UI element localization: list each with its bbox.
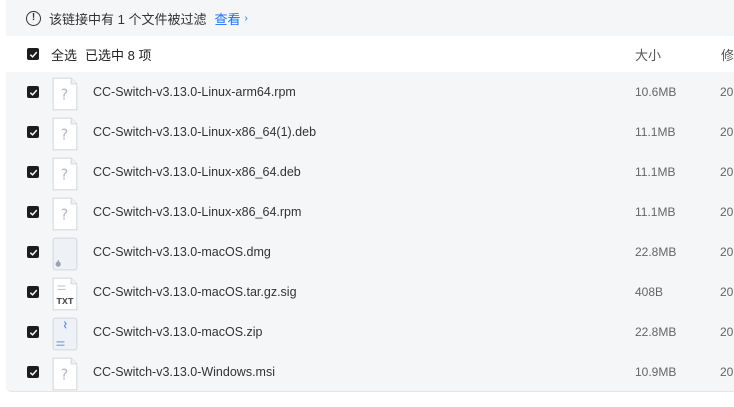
file-row[interactable]: TXT CC-Switch-v3.13.0-macOS.tar.gz.sig 408… xyxy=(6,272,734,312)
file-size: 22.8MB xyxy=(635,245,677,259)
file-checkbox[interactable] xyxy=(27,326,39,338)
file-row[interactable]: CC-Switch-v3.13.0-macOS.zip 22.8MB 20 xyxy=(6,312,734,352)
filtered-notice-text: 该链接中有 1 个文件被过滤 xyxy=(49,11,207,27)
svg-text:?: ? xyxy=(61,87,69,104)
zip-file-icon xyxy=(52,317,78,351)
file-row[interactable]: ? CC-Switch-v3.13.0-Windows.msi 10.9MB 20 xyxy=(6,352,734,392)
file-size: 11.1MB xyxy=(635,125,676,139)
file-row[interactable]: CC-Switch-v3.13.0-macOS.dmg 22.8MB 20 xyxy=(6,232,734,272)
file-checkbox[interactable] xyxy=(27,246,39,258)
file-size: 11.1MB xyxy=(635,165,676,179)
file-size: 22.8MB xyxy=(635,325,677,339)
file-size: 10.9MB xyxy=(635,365,677,379)
file-row[interactable]: ? CC-Switch-v3.13.0-Linux-arm64.rpm 10.6MB… xyxy=(6,72,734,112)
svg-text:?: ? xyxy=(61,367,69,384)
unknown-file-icon: ? xyxy=(52,157,78,191)
file-list: ? CC-Switch-v3.13.0-Linux-arm64.rpm 10.6MB… xyxy=(6,72,734,392)
file-modified: 20 xyxy=(720,205,734,219)
file-name[interactable]: CC-Switch-v3.13.0-Linux-arm64.rpm xyxy=(93,85,296,99)
file-checkbox[interactable] xyxy=(27,86,39,98)
svg-text:TXT: TXT xyxy=(57,297,74,306)
file-name[interactable]: CC-Switch-v3.13.0-macOS.zip xyxy=(93,325,263,339)
file-modified: 20 xyxy=(720,365,734,379)
svg-text:?: ? xyxy=(61,167,69,184)
filtered-notice: ! 该链接中有 1 个文件被过滤 查看 › xyxy=(6,0,734,36)
file-name[interactable]: CC-Switch-v3.13.0-Linux-x86_64.rpm xyxy=(93,205,301,219)
file-row[interactable]: ? CC-Switch-v3.13.0-Linux-x86_64.rpm 11.1M… xyxy=(6,192,734,232)
file-row[interactable]: ? CC-Switch-v3.13.0-Linux-x86_64(1).deb 11… xyxy=(6,112,734,152)
unknown-file-icon: ? xyxy=(52,357,78,391)
file-modified: 20 xyxy=(720,85,734,99)
svg-text:?: ? xyxy=(61,207,69,224)
select-all-checkbox[interactable] xyxy=(27,48,39,60)
file-modified: 20 xyxy=(720,165,734,179)
chevron-right-icon[interactable]: › xyxy=(244,13,247,24)
file-checkbox[interactable] xyxy=(27,126,39,138)
file-name[interactable]: CC-Switch-v3.13.0-Linux-x86_64.deb xyxy=(93,165,301,179)
file-modified: 20 xyxy=(720,325,734,339)
view-filtered-link[interactable]: 查看 xyxy=(214,9,240,28)
file-name[interactable]: CC-Switch-v3.13.0-Windows.msi xyxy=(93,365,275,379)
unknown-file-icon: ? xyxy=(52,77,78,111)
info-icon: ! xyxy=(26,10,41,26)
file-checkbox[interactable] xyxy=(27,206,39,218)
unknown-file-icon: ? xyxy=(52,197,78,231)
file-name[interactable]: CC-Switch-v3.13.0-macOS.dmg xyxy=(93,245,271,259)
file-row[interactable]: ? CC-Switch-v3.13.0-Linux-x86_64.deb 11.1M… xyxy=(6,152,734,192)
file-size: 11.1MB xyxy=(635,205,676,219)
file-size: 408B xyxy=(635,285,664,299)
apple-file-icon xyxy=(52,237,78,271)
file-checkbox[interactable] xyxy=(27,286,39,298)
file-size: 10.6MB xyxy=(635,85,677,99)
file-checkbox[interactable] xyxy=(27,166,39,178)
svg-text:?: ? xyxy=(61,127,69,144)
list-header: 全选 已选中 8 项 大小 修 xyxy=(6,36,734,72)
file-name[interactable]: CC-Switch-v3.13.0-macOS.tar.gz.sig xyxy=(93,285,297,299)
file-modified: 20 xyxy=(720,245,734,259)
txt-file-icon: TXT xyxy=(52,277,78,311)
unknown-file-icon: ? xyxy=(52,117,78,151)
file-name[interactable]: CC-Switch-v3.13.0-Linux-x86_64(1).deb xyxy=(93,125,316,139)
column-header-modified[interactable]: 修 xyxy=(721,45,734,64)
selected-count: 已选中 8 项 xyxy=(85,47,152,63)
file-modified: 20 xyxy=(720,125,734,139)
file-checkbox[interactable] xyxy=(27,366,39,378)
select-all-label[interactable]: 全选 xyxy=(51,45,77,64)
file-modified: 20 xyxy=(720,285,734,299)
column-header-size[interactable]: 大小 xyxy=(635,45,661,64)
